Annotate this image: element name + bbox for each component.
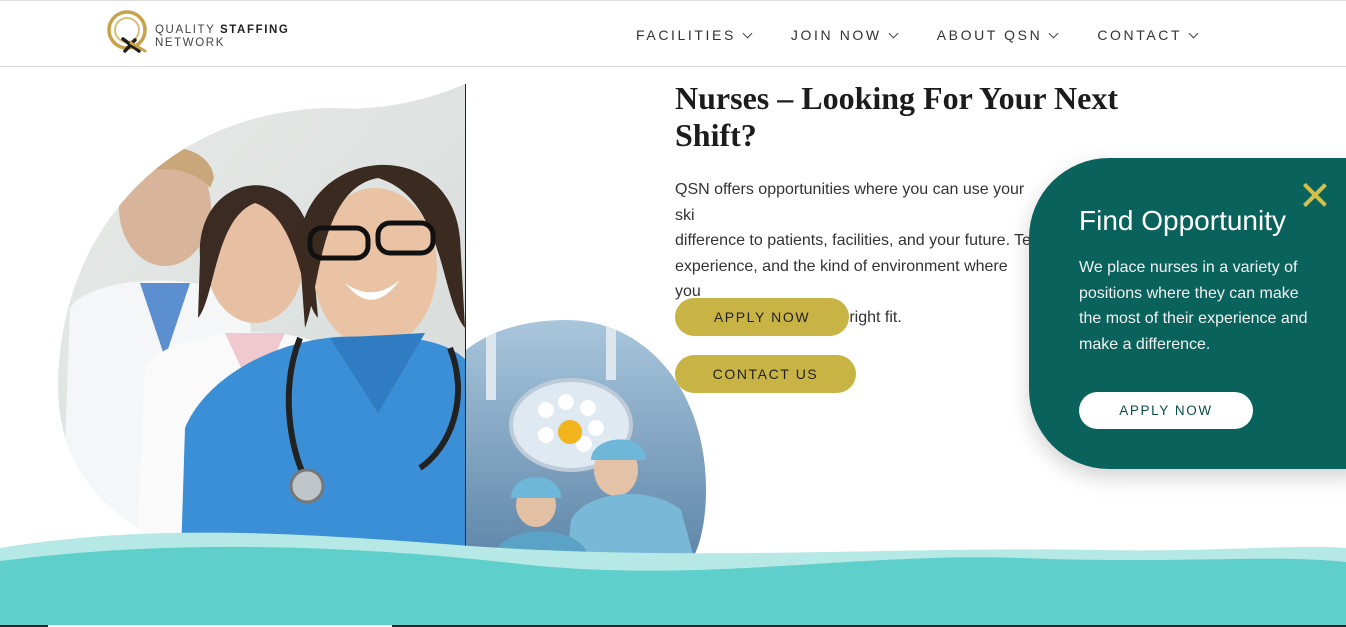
- nav-facilities[interactable]: FACILITIES: [636, 27, 753, 43]
- decorative-wave: [0, 532, 1346, 625]
- nav-contact-label: CONTACT: [1097, 27, 1183, 43]
- apply-now-button[interactable]: APPLY NOW: [675, 298, 849, 336]
- page-title: Nurses – Looking For Your Next Shift?: [675, 80, 1118, 153]
- contact-us-button[interactable]: CONTACT US: [675, 355, 856, 393]
- qsn-logo-icon: [107, 10, 147, 53]
- nav-contact[interactable]: CONTACT: [1097, 27, 1199, 43]
- main-nav: FACILITIES JOIN NOW ABOUT QSN CONTACT: [636, 27, 1237, 43]
- nurses-group-photo: [58, 84, 465, 576]
- popup-title: Find Opportunity: [1079, 205, 1286, 236]
- chevron-down-icon: [1048, 28, 1059, 38]
- chevron-down-icon: [1188, 28, 1199, 38]
- nav-facilities-label: FACILITIES: [636, 27, 736, 43]
- logo[interactable]: QUALITY STAFFING NETWORK: [105, 9, 295, 53]
- nav-join-now[interactable]: JOIN NOW: [790, 27, 899, 43]
- logo-word-network: NETWORK: [155, 37, 225, 49]
- close-icon[interactable]: [1301, 180, 1329, 208]
- nav-about-qsn-label: ABOUT QSN: [936, 27, 1043, 43]
- logo-text: QUALITY STAFFING NETWORK: [155, 24, 289, 50]
- popup-description: We place nurses in a variety of position…: [1079, 259, 1308, 353]
- site-header: QUALITY STAFFING NETWORK FACILITIES JOIN…: [0, 0, 1346, 67]
- nav-join-now-label: JOIN NOW: [790, 27, 882, 43]
- find-opportunity-popup: Find Opportunity We place nurses in a va…: [1029, 158, 1346, 469]
- nav-about-qsn[interactable]: ABOUT QSN: [936, 27, 1059, 43]
- chevron-down-icon: [742, 28, 753, 38]
- chevron-down-icon: [888, 28, 899, 38]
- popup-apply-now-button[interactable]: APPLY NOW: [1079, 392, 1253, 429]
- logo-word-quality: QUALITY: [155, 24, 216, 36]
- logo-word-staffing: STAFFING: [220, 24, 290, 36]
